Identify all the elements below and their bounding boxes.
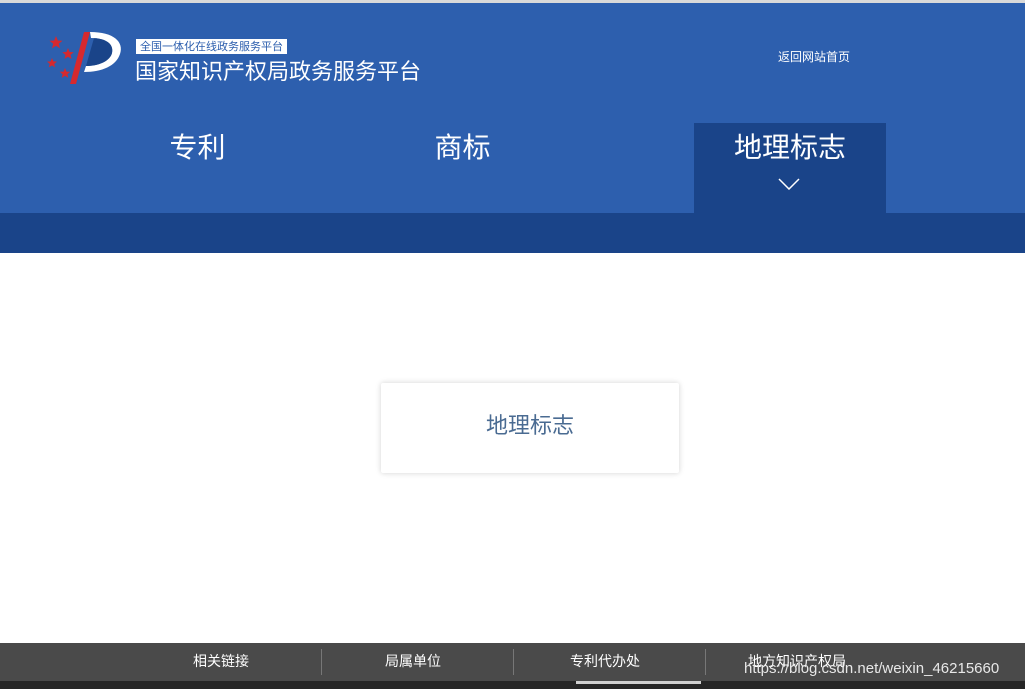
- card-label: 地理标志: [485, 414, 574, 439]
- cnipa-logo-icon[interactable]: [44, 28, 126, 88]
- header-sub-bar: [0, 213, 1025, 253]
- nav-tab-label: 商标: [434, 131, 491, 164]
- nav-tab-label: 专利: [169, 131, 226, 164]
- nav-tab-label: 地理标志: [733, 131, 846, 164]
- nav-tab-trademark[interactable]: 商标: [365, 120, 560, 213]
- return-home-link[interactable]: 返回网站首页: [778, 48, 850, 66]
- geographical-indication-card[interactable]: 地理标志: [381, 383, 679, 473]
- footer-link-affiliated-units[interactable]: 局属单位: [317, 652, 509, 672]
- platform-badge: 全国一体化在线政务服务平台: [136, 39, 287, 54]
- site-title[interactable]: 国家知识产权局政务服务平台: [135, 58, 421, 88]
- csdn-watermark: https://blog.csdn.net/weixin_46215660: [744, 660, 1000, 677]
- nav-tab-geographical-indication[interactable]: 地理标志: [694, 123, 886, 213]
- footer-bottom-strip: [0, 681, 1025, 689]
- chevron-down-icon: [778, 178, 800, 190]
- footer-bottom-tab: [576, 681, 701, 684]
- footer-link-patent-agencies[interactable]: 专利代办处: [509, 652, 701, 672]
- nav-tab-patent[interactable]: 专利: [100, 120, 295, 213]
- footer-link-related[interactable]: 相关链接: [125, 652, 317, 672]
